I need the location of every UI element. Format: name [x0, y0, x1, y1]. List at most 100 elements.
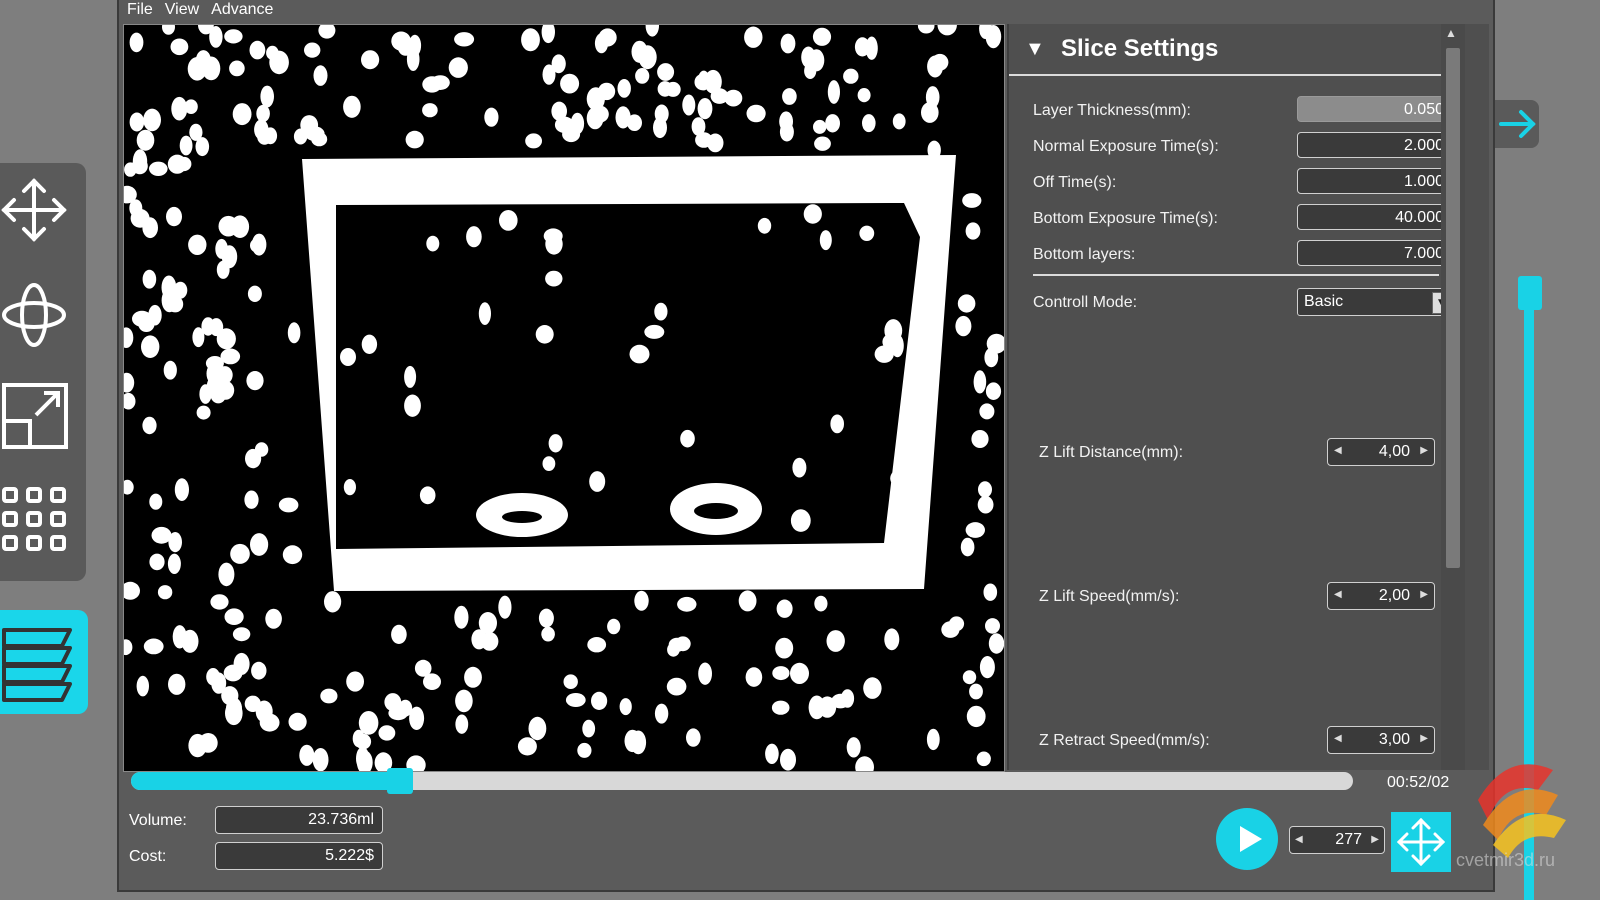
collapse-triangle-icon[interactable]: ▼ — [1025, 38, 1051, 61]
play-button[interactable] — [1216, 808, 1278, 870]
scale-icon — [2, 383, 68, 449]
z-retract-speed-row: Z Retract Speed(mm/s): ◀ 3,00 ▶ — [1039, 726, 1435, 756]
timeline-handle[interactable] — [386, 768, 413, 794]
support-dot — [517, 737, 537, 756]
bottom-exposure-field[interactable]: 40.000 — [1297, 204, 1453, 230]
layer-number-spinner[interactable]: ◀ 277 ▶ — [1289, 826, 1385, 854]
support-dot — [654, 302, 668, 321]
layer-timeline-slider[interactable] — [131, 768, 1353, 794]
support-dot — [645, 25, 659, 37]
increment-arrow-icon[interactable]: ▶ — [1371, 834, 1379, 845]
support-dot — [464, 666, 482, 688]
support-dot — [196, 405, 211, 420]
support-dot — [202, 56, 221, 81]
support-dot — [246, 371, 264, 391]
support-dot — [892, 113, 906, 130]
support-dot — [138, 316, 155, 332]
arrow-right-icon — [1499, 110, 1536, 138]
decrement-arrow-icon[interactable]: ◀ — [1334, 733, 1342, 744]
support-dot — [927, 140, 941, 160]
menu-file[interactable]: File — [127, 0, 153, 22]
support-dot — [361, 50, 380, 70]
support-dot — [143, 638, 164, 655]
control-mode-value: Basic — [1304, 293, 1344, 310]
panel-scrollbar[interactable]: ▲ — [1441, 24, 1465, 770]
support-dot — [704, 69, 722, 94]
layers-button[interactable] — [0, 610, 88, 714]
field-label: Z Retract Speed(mm/s): — [1039, 732, 1210, 749]
support-dot — [542, 456, 556, 471]
scrollbar-thumb[interactable] — [1446, 48, 1460, 568]
support-dot — [955, 315, 972, 337]
slice-preview[interactable] — [123, 24, 1005, 772]
support-dot — [278, 497, 299, 513]
support-dot — [356, 746, 370, 771]
support-dot — [855, 756, 874, 771]
support-dot — [404, 394, 421, 417]
support-dot — [232, 103, 252, 126]
support-dot — [682, 94, 696, 116]
support-dot — [257, 128, 272, 145]
support-dot — [698, 662, 712, 685]
support-dot — [324, 591, 342, 613]
menu-view[interactable]: View — [165, 0, 199, 22]
support-dot — [215, 238, 228, 259]
support-dot — [591, 105, 609, 123]
increment-arrow-icon[interactable]: ▶ — [1420, 445, 1428, 456]
decrement-arrow-icon[interactable]: ◀ — [1334, 589, 1342, 600]
menu-advance[interactable]: Advance — [211, 0, 273, 22]
arrange-tool-button[interactable] — [0, 483, 74, 557]
control-mode-row: Controll Mode: Basic ▼ — [1033, 288, 1453, 318]
spinner-value: 2,00 — [1378, 587, 1410, 604]
support-dot — [129, 112, 145, 132]
view-move-button[interactable] — [1391, 812, 1451, 872]
support-dot — [562, 126, 581, 143]
z-height-slider-handle[interactable] — [1518, 276, 1542, 310]
support-dot — [244, 695, 261, 712]
support-dot — [979, 403, 995, 420]
support-dot — [594, 33, 609, 54]
support-dot — [985, 25, 1002, 49]
support-dot — [724, 89, 743, 107]
support-dot — [391, 624, 407, 645]
support-dot — [814, 595, 828, 612]
support-dot — [862, 114, 876, 133]
support-dot — [782, 88, 797, 105]
control-mode-select[interactable]: Basic ▼ — [1297, 288, 1453, 316]
support-dot — [765, 743, 779, 764]
z-lift-speed-spinner[interactable]: ◀ 2,00 ▶ — [1327, 582, 1435, 610]
increment-arrow-icon[interactable]: ▶ — [1420, 733, 1428, 744]
support-dot — [340, 348, 356, 366]
z-lift-distance-row: Z Lift Distance(mm): ◀ 4,00 ▶ — [1039, 438, 1435, 468]
support-dot — [448, 57, 468, 78]
z-retract-speed-spinner[interactable]: ◀ 3,00 ▶ — [1327, 726, 1435, 754]
export-button[interactable] — [1495, 100, 1539, 148]
rotate-tool-button[interactable] — [0, 277, 74, 351]
support-dot — [884, 319, 903, 343]
support-dot — [582, 719, 596, 738]
decrement-arrow-icon[interactable]: ◀ — [1334, 445, 1342, 456]
scroll-up-arrow-icon[interactable]: ▲ — [1445, 26, 1457, 40]
support-dot — [256, 104, 270, 123]
support-dot — [259, 713, 280, 732]
increment-arrow-icon[interactable]: ▶ — [1420, 589, 1428, 600]
scale-tool-button[interactable] — [0, 381, 74, 455]
off-time-field[interactable]: 1.000 — [1297, 168, 1453, 194]
decrement-arrow-icon[interactable]: ◀ — [1295, 834, 1303, 845]
support-dot — [232, 627, 251, 642]
move-tool-button[interactable] — [0, 173, 74, 247]
support-dot — [653, 117, 667, 139]
support-dot — [629, 344, 650, 364]
grid-icon — [2, 487, 66, 551]
support-dot — [378, 725, 396, 741]
support-dot — [167, 553, 181, 574]
z-lift-distance-spinner[interactable]: ◀ 4,00 ▶ — [1327, 438, 1435, 466]
support-dot — [149, 161, 168, 176]
normal-exposure-field[interactable]: 2.000 — [1297, 132, 1453, 158]
panel-header[interactable]: ▼ Slice Settings — [1009, 24, 1465, 76]
support-dot — [921, 102, 939, 123]
support-dot — [406, 47, 420, 71]
bottom-layers-field[interactable]: 7.000 — [1297, 240, 1453, 266]
support-dot — [988, 633, 1004, 654]
layers-icon — [2, 628, 72, 702]
